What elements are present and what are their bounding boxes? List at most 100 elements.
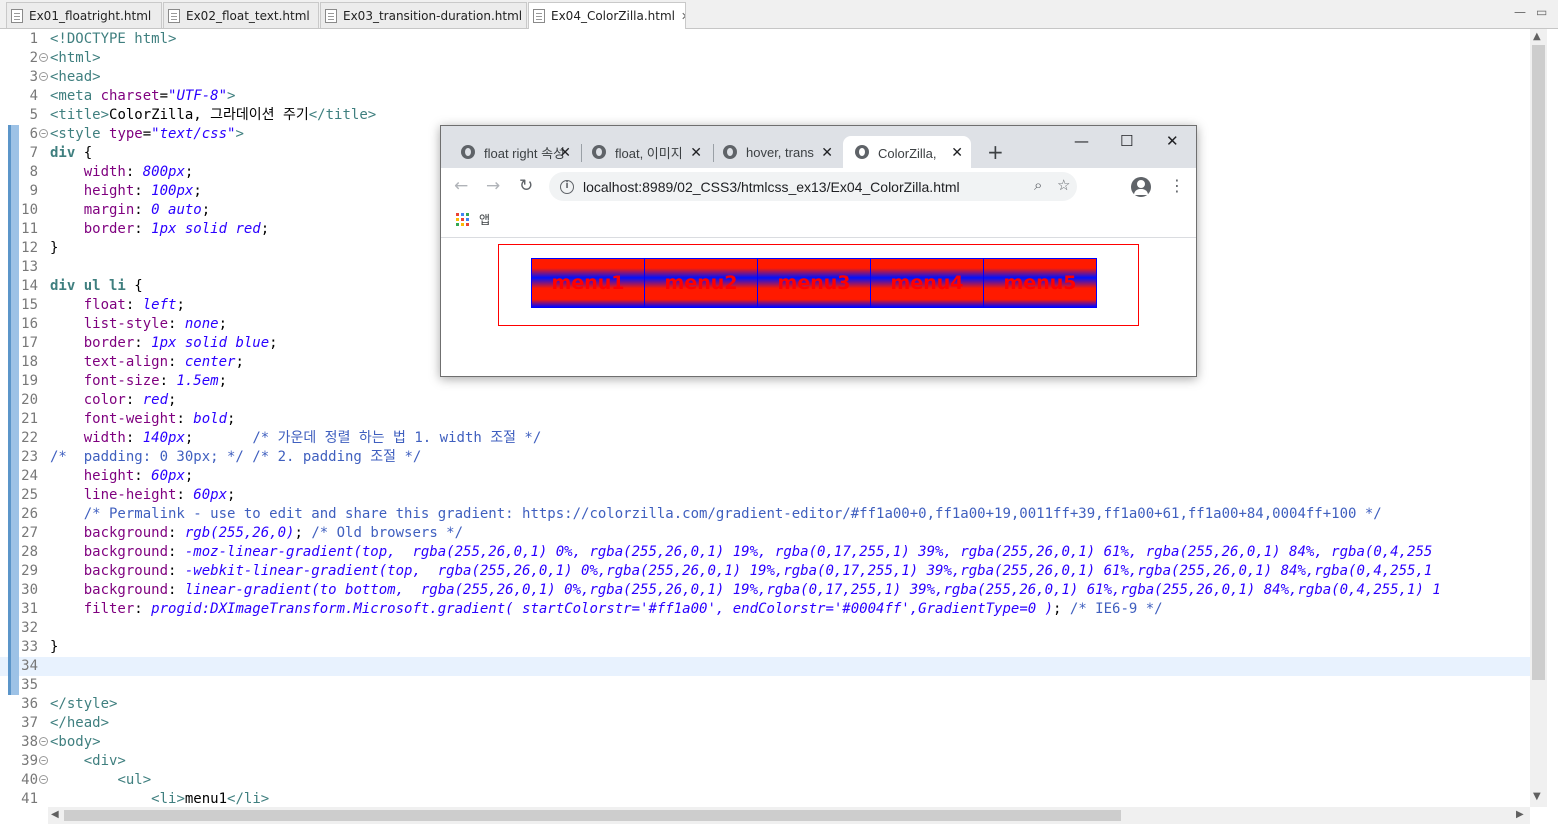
scroll-right-icon[interactable]: ▶ <box>1516 809 1524 820</box>
editor-tab-ex01[interactable]: Ex01_floatright.html <box>6 2 162 28</box>
code-line[interactable]: 2− <html> <box>0 49 1530 68</box>
menu-item-2[interactable]: menu2 <box>644 258 758 308</box>
window-maximize-button[interactable]: ☐ <box>1120 132 1133 150</box>
close-icon[interactable]: ✕ <box>681 10 685 23</box>
code-token: > <box>235 126 244 142</box>
code-line[interactable]: 34 <box>0 657 1530 676</box>
fold-toggle-icon[interactable]: − <box>39 72 48 81</box>
browser-tab-2[interactable]: float, 이미지 ✕ <box>572 136 710 168</box>
browser-tab-4[interactable]: ColorZilla, 그라데이션 ✕ <box>843 136 971 168</box>
window-close-button[interactable]: ✕ <box>1166 132 1179 150</box>
editor-tab-bar: Ex01_floatright.html Ex02_float_text.htm… <box>0 0 1558 29</box>
code-line[interactable]: 39− <div> <box>0 752 1530 771</box>
code-line[interactable]: 26 /* Permalink - use to edit and share … <box>0 505 1530 524</box>
menu-item-3[interactable]: menu3 <box>757 258 871 308</box>
fold-toggle-icon[interactable]: − <box>39 775 48 784</box>
address-bar[interactable]: i localhost:8989/02_CSS3/htmlcss_ex13/Ex… <box>549 172 1077 201</box>
apps-grid-icon[interactable] <box>456 213 470 227</box>
code-line[interactable]: 33} <box>0 638 1530 657</box>
close-tab-icon[interactable]: ✕ <box>690 144 702 161</box>
browser-menu-icon[interactable]: ⋮ <box>1169 176 1185 195</box>
line-number: 14 <box>21 278 38 294</box>
maximize-view-icon[interactable]: ▭ <box>1536 5 1547 19</box>
apps-label[interactable]: 앱 <box>479 211 490 228</box>
vertical-scroll-thumb[interactable] <box>1532 45 1545 680</box>
fold-toggle-icon[interactable]: − <box>39 53 48 62</box>
code-token: line-height <box>83 487 177 503</box>
code-text: } <box>50 239 58 258</box>
code-line[interactable]: 22 width: 140px; /* 가운데 정렬 하는 법 1. width… <box>0 429 1530 448</box>
browser-tab-3[interactable]: hover, transition ✕ <box>703 136 841 168</box>
fold-toggle-icon[interactable]: − <box>39 737 48 746</box>
code-line[interactable]: 24 height: 60px; <box>0 467 1530 486</box>
close-tab-icon[interactable]: ✕ <box>951 144 963 161</box>
site-info-icon[interactable]: i <box>560 179 574 194</box>
code-line[interactable]: 27 background: rgb(255,26,0); /* Old bro… <box>0 524 1530 543</box>
code-line[interactable]: 31 filter: progid:DXImageTransform.Micro… <box>0 600 1530 619</box>
horizontal-scroll-thumb[interactable] <box>64 810 1121 821</box>
profile-avatar-icon[interactable] <box>1131 177 1151 197</box>
forward-arrow-icon[interactable]: → <box>486 176 500 196</box>
code-line[interactable]: 23 /* padding: 0 30px; */ /* 2. padding 조… <box>0 448 1530 467</box>
code-text: line-height: 60px; <box>50 486 236 505</box>
scroll-left-icon[interactable]: ◀ <box>51 809 59 820</box>
code-token: > <box>227 88 236 104</box>
code-line[interactable]: 35 <box>0 676 1530 695</box>
code-line[interactable]: 29 background: -webkit-linear-gradient(t… <box>0 562 1530 581</box>
browser-tab-1[interactable]: float right 속성 ✕ <box>441 136 579 168</box>
close-tab-icon[interactable]: ✕ <box>559 144 571 161</box>
url-text[interactable]: localhost:8989/02_CSS3/htmlcss_ex13/Ex04… <box>583 179 960 195</box>
code-text: </head> <box>50 714 109 733</box>
code-token: red <box>142 392 169 408</box>
menu-item-5[interactable]: menu5 <box>983 258 1097 308</box>
new-tab-button[interactable]: + <box>987 140 1004 164</box>
close-tab-icon[interactable]: ✕ <box>821 144 833 161</box>
menu-item-4[interactable]: menu4 <box>870 258 984 308</box>
bookmarks-bar: 앱 <box>441 206 1196 238</box>
bookmark-star-icon[interactable]: ☆ <box>1057 176 1070 194</box>
code-line[interactable]: 36 </style> <box>0 695 1530 714</box>
line-number: 17 <box>21 335 38 351</box>
code-token: { <box>125 278 143 294</box>
zoom-icon[interactable]: ⌕ <box>1034 176 1042 194</box>
code-line[interactable]: 20 color: red; <box>0 391 1530 410</box>
back-arrow-icon[interactable]: ← <box>454 176 468 196</box>
code-line[interactable]: 1 <!DOCTYPE html> <box>0 30 1530 49</box>
code-text: background: linear-gradient(to bottom, r… <box>50 581 1441 600</box>
code-token: : <box>134 221 152 237</box>
scroll-up-icon[interactable]: ▲ <box>1533 31 1541 42</box>
editor-tab-ex04[interactable]: Ex04_ColorZilla.html ✕ <box>528 2 686 29</box>
code-token: 60px <box>151 468 185 484</box>
editor-tab-ex02[interactable]: Ex02_float_text.html <box>163 2 319 28</box>
reload-icon[interactable]: ↻ <box>519 176 533 196</box>
code-text: text-align: center; <box>50 353 244 372</box>
editor-tab-ex03[interactable]: Ex03_transition-duration.html <box>320 2 527 28</box>
editor-tab-label: Ex04_ColorZilla.html <box>551 9 676 23</box>
code-line[interactable]: 4 <meta charset="UTF-8"> <box>0 87 1530 106</box>
code-token: <head> <box>50 69 101 85</box>
code-line[interactable]: 38− <body> <box>0 733 1530 752</box>
horizontal-scrollbar[interactable]: ◀ ▶ <box>48 807 1530 824</box>
code-line[interactable]: 37 </head> <box>0 714 1530 733</box>
code-line[interactable]: 32 <box>0 619 1530 638</box>
menu-item-1[interactable]: menu1 <box>531 258 645 308</box>
code-line[interactable]: 28 background: -moz-linear-gradient(top,… <box>0 543 1530 562</box>
code-line[interactable]: 25 line-height: 60px; <box>0 486 1530 505</box>
window-minimize-button[interactable]: — <box>1074 132 1089 150</box>
code-token: { <box>75 145 93 161</box>
code-line[interactable]: 30 background: linear-gradient(to bottom… <box>0 581 1530 600</box>
fold-toggle-icon[interactable]: − <box>39 756 48 765</box>
code-line[interactable]: 41 <li>menu1</li> <box>0 790 1530 807</box>
scroll-down-icon[interactable]: ▼ <box>1533 791 1541 802</box>
code-line[interactable]: 5 <title>ColorZilla, 그라데이션 주기</title> <box>0 106 1530 125</box>
code-line[interactable]: 3− <head> <box>0 68 1530 87</box>
code-line[interactable]: 21 font-weight: bold; <box>0 410 1530 429</box>
fold-toggle-icon[interactable]: − <box>39 129 48 138</box>
vertical-scrollbar[interactable]: ▲ ▼ <box>1530 29 1547 807</box>
minimize-view-icon[interactable]: — <box>1514 5 1526 19</box>
code-line[interactable]: 40− <ul> <box>0 771 1530 790</box>
code-token: background <box>83 563 169 579</box>
